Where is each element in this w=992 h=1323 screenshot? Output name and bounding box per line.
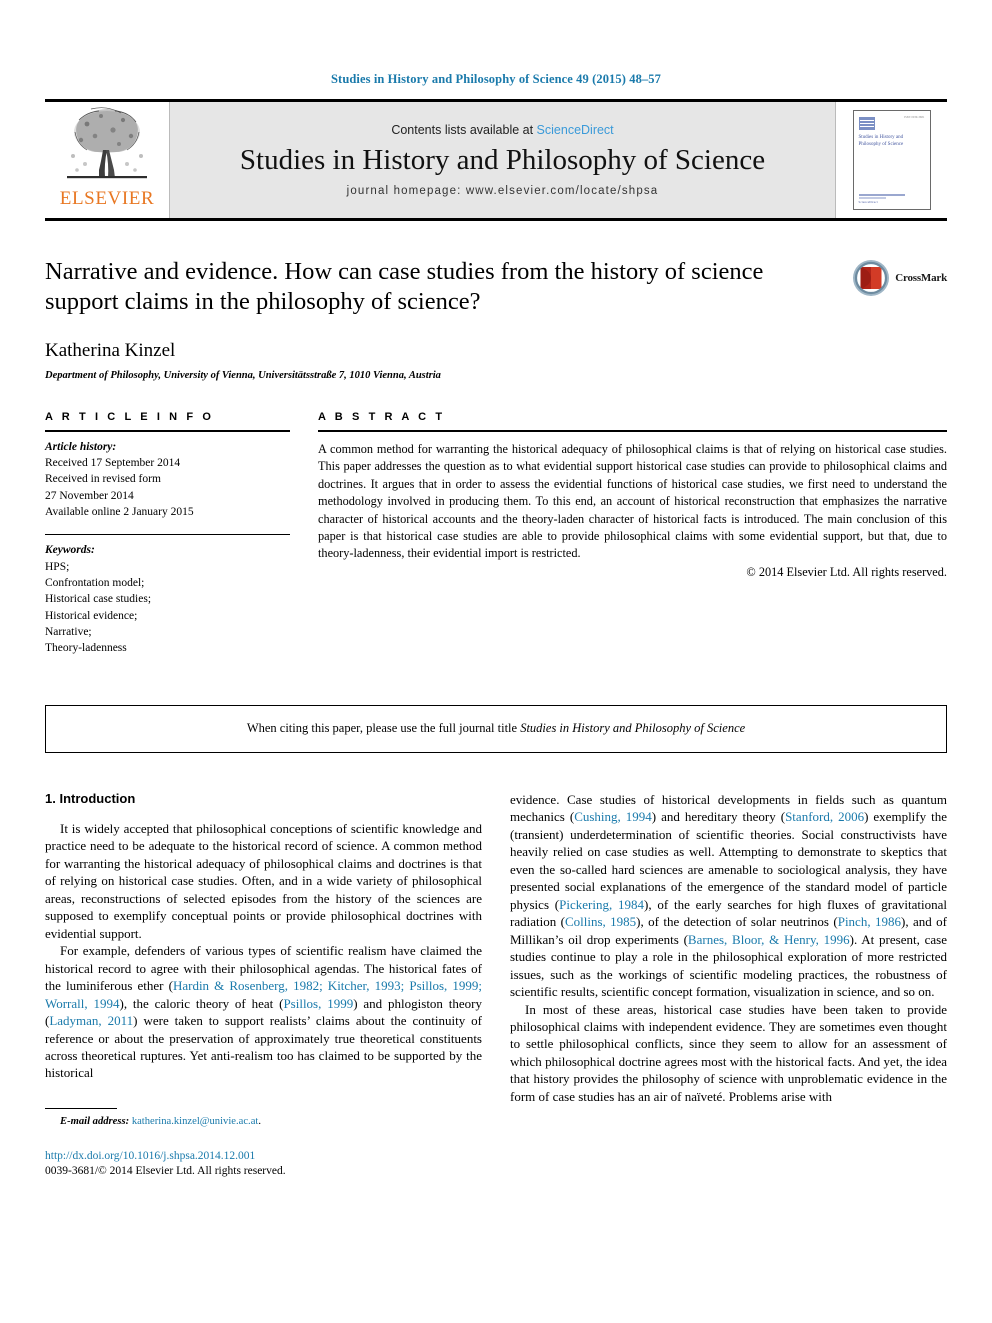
keyword-item: Theory-ladenness bbox=[45, 642, 127, 655]
paragraph: It is widely accepted that philosophical… bbox=[45, 820, 482, 941]
crossmark-label: CrossMark bbox=[895, 272, 947, 284]
cover-foot-bar bbox=[858, 194, 905, 196]
contents-prefix: Contents lists available at bbox=[391, 122, 537, 137]
keywords-block: Keywords: HPS; Confrontation model; Hist… bbox=[45, 534, 290, 656]
issn-copyright-line: 0039-3681/© 2014 Elsevier Ltd. All right… bbox=[45, 1165, 286, 1178]
cover-footer: ScienceDirect bbox=[858, 194, 925, 204]
history-line: Received 17 September 2014 bbox=[45, 457, 181, 470]
abstract-column: A B S T R A C T A common method for warr… bbox=[318, 411, 947, 657]
citation-note-journal: Studies in History and Philosophy of Sci… bbox=[520, 721, 746, 736]
abstract-text: A common method for warranting the histo… bbox=[318, 441, 947, 561]
crossmark-icon bbox=[853, 260, 890, 296]
keyword-item: HPS; bbox=[45, 560, 70, 573]
paragraph: evidence. Case studies of historical dev… bbox=[510, 791, 947, 1000]
paragraph: In most of these areas, historical case … bbox=[510, 1001, 947, 1104]
right-column: evidence. Case studies of historical dev… bbox=[510, 791, 947, 1180]
email-link[interactable]: katherina.kinzel@univie.ac.at bbox=[132, 1116, 259, 1127]
author-name: Katherina Kinzel bbox=[45, 339, 176, 361]
citation-note-prefix: When citing this paper, please use the f… bbox=[246, 721, 521, 736]
section-heading-introduction: 1. Introduction bbox=[45, 790, 136, 806]
citation-link[interactable]: Pinch, 1986 bbox=[838, 914, 901, 929]
elsevier-logo: ELSEVIER bbox=[45, 102, 170, 218]
footnote-rule bbox=[45, 1107, 117, 1109]
cover-foot-text: ScienceDirect bbox=[858, 200, 878, 204]
cover-badge-icon bbox=[858, 117, 875, 130]
history-line: Available online 2 January 2015 bbox=[45, 506, 194, 519]
body-columns: 1. Introduction It is widely accepted th… bbox=[45, 791, 947, 1180]
citation-link[interactable]: Collins, 1985 bbox=[565, 914, 636, 929]
cover-title: Studies in History and Philosophy of Sci… bbox=[858, 135, 904, 148]
article-info-heading: A R T I C L E I N F O bbox=[45, 410, 214, 423]
journal-homepage[interactable]: journal homepage: www.elsevier.com/locat… bbox=[347, 185, 659, 197]
history-line: 27 November 2014 bbox=[45, 489, 134, 502]
running-head: Studies in History and Philosophy of Sci… bbox=[331, 72, 661, 86]
info-abstract-section: A R T I C L E I N F O Article history: R… bbox=[45, 411, 947, 657]
author-affiliation: Department of Philosophy, University of … bbox=[45, 369, 441, 381]
journal-title: Studies in History and Philosophy of Sci… bbox=[239, 143, 766, 176]
footnote-label: E-mail address: bbox=[60, 1115, 130, 1127]
sciencedirect-link[interactable]: ScienceDirect bbox=[537, 123, 614, 137]
footnote-area: E-mail address: katherina.kinzel@univie.… bbox=[45, 1107, 482, 1127]
journal-band: Contents lists available at ScienceDirec… bbox=[170, 102, 835, 218]
footnote-email: E-mail address: katherina.kinzel@univie.… bbox=[45, 1116, 482, 1127]
citation-note-box: When citing this paper, please use the f… bbox=[45, 704, 947, 753]
keyword-item: Confrontation model; bbox=[45, 577, 145, 590]
citation-link[interactable]: Hardin & Rosenberg, 1982; Kitcher, 1993;… bbox=[45, 978, 482, 1010]
citation-link[interactable]: Psillos, 1999 bbox=[283, 996, 353, 1011]
page-title: Narrative and evidence. How can case stu… bbox=[45, 258, 764, 316]
journal-cover-thumbnail[interactable]: ISSN 0039-3681 Studies in History and Ph… bbox=[835, 102, 947, 218]
article-history-group: Article history: Received 17 September 2… bbox=[45, 432, 290, 521]
abstract-heading: A B S T R A C T bbox=[318, 410, 446, 423]
doi-link[interactable]: http://dx.doi.org/10.1016/j.shpsa.2014.1… bbox=[45, 1150, 255, 1162]
contents-list-line: Contents lists available at ScienceDirec… bbox=[391, 123, 613, 137]
keyword-item: Narrative; bbox=[45, 626, 92, 639]
article-history-label: Article history: bbox=[45, 440, 117, 453]
citation-link[interactable]: Ladyman, 2011 bbox=[49, 1013, 133, 1028]
keyword-item: Historical evidence; bbox=[45, 609, 138, 622]
keywords-group: Keywords: HPS; Confrontation model; Hist… bbox=[45, 535, 290, 656]
citation-link[interactable]: Pickering, 1984 bbox=[559, 897, 644, 912]
citation-link[interactable]: Cushing, 1994 bbox=[574, 809, 652, 824]
keyword-item: Historical case studies; bbox=[45, 593, 152, 606]
cover-issn: ISSN 0039-3681 bbox=[904, 116, 925, 119]
crossmark-badge[interactable]: CrossMark bbox=[852, 259, 947, 297]
citation-link[interactable]: Barnes, Bloor, & Henry, 1996 bbox=[688, 932, 850, 947]
keywords-label: Keywords: bbox=[45, 544, 95, 557]
title-block: Narrative and evidence. How can case stu… bbox=[45, 257, 947, 381]
footnote-trailing: . bbox=[258, 1115, 261, 1127]
history-line: Received in revised form bbox=[45, 473, 161, 486]
cover-inner: ISSN 0039-3681 Studies in History and Ph… bbox=[852, 110, 931, 210]
elsevier-wordmark: ELSEVIER bbox=[59, 188, 155, 209]
abstract-copyright: © 2014 Elsevier Ltd. All rights reserved… bbox=[746, 564, 947, 579]
elsevier-tree-icon bbox=[67, 107, 147, 179]
citation-note-text: When citing this paper, please use the f… bbox=[247, 721, 745, 736]
journal-masthead: ELSEVIER Contents lists available at Sci… bbox=[45, 99, 947, 221]
paragraph: For example, defenders of various types … bbox=[45, 943, 482, 1081]
cover-foot-bar-2 bbox=[858, 197, 887, 199]
article-info-column: A R T I C L E I N F O Article history: R… bbox=[45, 411, 290, 657]
left-column: 1. Introduction It is widely accepted th… bbox=[45, 791, 482, 1180]
citation-link[interactable]: Stanford, 2006 bbox=[785, 809, 864, 824]
footer-block: http://dx.doi.org/10.1016/j.shpsa.2014.1… bbox=[45, 1149, 482, 1180]
article-page: Studies in History and Philosophy of Sci… bbox=[0, 0, 992, 1323]
